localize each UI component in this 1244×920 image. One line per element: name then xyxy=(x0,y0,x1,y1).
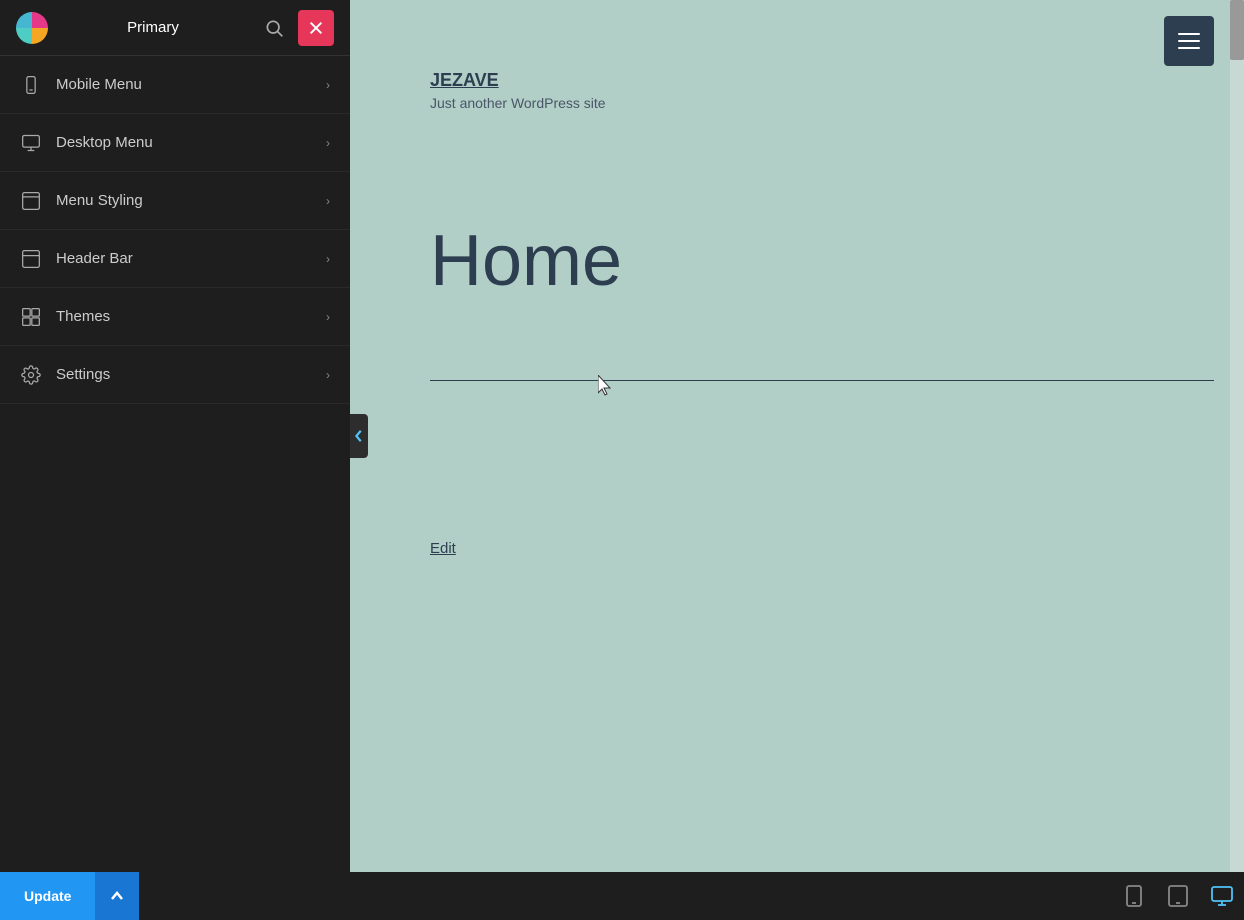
edit-link[interactable]: Edit xyxy=(430,540,456,557)
themes-label: Themes xyxy=(56,308,326,325)
themes-icon xyxy=(20,306,42,328)
mobile-view-button[interactable] xyxy=(1112,872,1156,920)
desktop-icon xyxy=(20,132,42,154)
sidebar-item-menu-styling[interactable]: Menu Styling › xyxy=(0,172,350,230)
preview-area: JEZAVE Just another WordPress site Home … xyxy=(350,0,1244,872)
chevron-left-icon xyxy=(354,429,364,443)
bottom-toolbar: Update xyxy=(0,872,1244,920)
sidebar: Primary xyxy=(0,0,350,872)
sidebar-title: Primary xyxy=(48,19,258,36)
collapse-sidebar-button[interactable] xyxy=(350,414,368,458)
chevron-right-icon: › xyxy=(326,368,330,382)
desktop-menu-label: Desktop Menu xyxy=(56,134,326,151)
close-icon xyxy=(308,20,324,36)
site-title-area: JEZAVE Just another WordPress site xyxy=(430,70,606,111)
settings-label: Settings xyxy=(56,366,326,383)
page-divider xyxy=(430,380,1214,381)
chevron-right-icon: › xyxy=(326,78,330,92)
sidebar-item-settings[interactable]: Settings › xyxy=(0,346,350,404)
chevron-right-icon: › xyxy=(326,136,330,150)
sidebar-header: Primary xyxy=(0,0,350,56)
sidebar-item-desktop-menu[interactable]: Desktop Menu › xyxy=(0,114,350,172)
chevron-right-icon: › xyxy=(326,194,330,208)
chevron-up-icon xyxy=(111,890,123,902)
hamburger-line-3 xyxy=(1178,47,1200,49)
site-tagline: Just another WordPress site xyxy=(430,95,606,111)
desktop-device-icon xyxy=(1211,886,1233,906)
settings-icon xyxy=(20,364,42,386)
header-icon xyxy=(20,248,42,270)
chevron-right-icon: › xyxy=(326,310,330,324)
sidebar-nav: Mobile Menu › Desktop Menu › xyxy=(0,56,350,872)
hamburger-line-1 xyxy=(1178,33,1200,35)
close-button[interactable] xyxy=(298,10,334,46)
mobile-device-icon xyxy=(1125,885,1143,907)
app-logo xyxy=(16,12,48,44)
preview-menu-button[interactable] xyxy=(1164,16,1214,66)
tablet-device-icon xyxy=(1168,885,1188,907)
cursor xyxy=(598,375,614,397)
menu-styling-label: Menu Styling xyxy=(56,192,326,209)
sidebar-item-mobile-menu[interactable]: Mobile Menu › xyxy=(0,56,350,114)
search-button[interactable] xyxy=(258,12,290,44)
update-button[interactable]: Update xyxy=(0,872,95,920)
sidebar-item-header-bar[interactable]: Header Bar › xyxy=(0,230,350,288)
page-heading: Home xyxy=(430,220,622,302)
hamburger-line-2 xyxy=(1178,40,1200,42)
site-name[interactable]: JEZAVE xyxy=(430,70,606,91)
styling-icon xyxy=(20,190,42,212)
up-arrow-button[interactable] xyxy=(95,872,139,920)
chevron-right-icon: › xyxy=(326,252,330,266)
sidebar-item-themes[interactable]: Themes › xyxy=(0,288,350,346)
scrollbar-thumb[interactable] xyxy=(1230,0,1244,60)
mobile-icon xyxy=(20,74,42,96)
search-icon xyxy=(264,18,284,38)
mobile-menu-label: Mobile Menu xyxy=(56,76,326,93)
header-bar-label: Header Bar xyxy=(56,250,326,267)
tablet-view-button[interactable] xyxy=(1156,872,1200,920)
desktop-view-button[interactable] xyxy=(1200,872,1244,920)
scrollbar-track[interactable] xyxy=(1230,0,1244,872)
